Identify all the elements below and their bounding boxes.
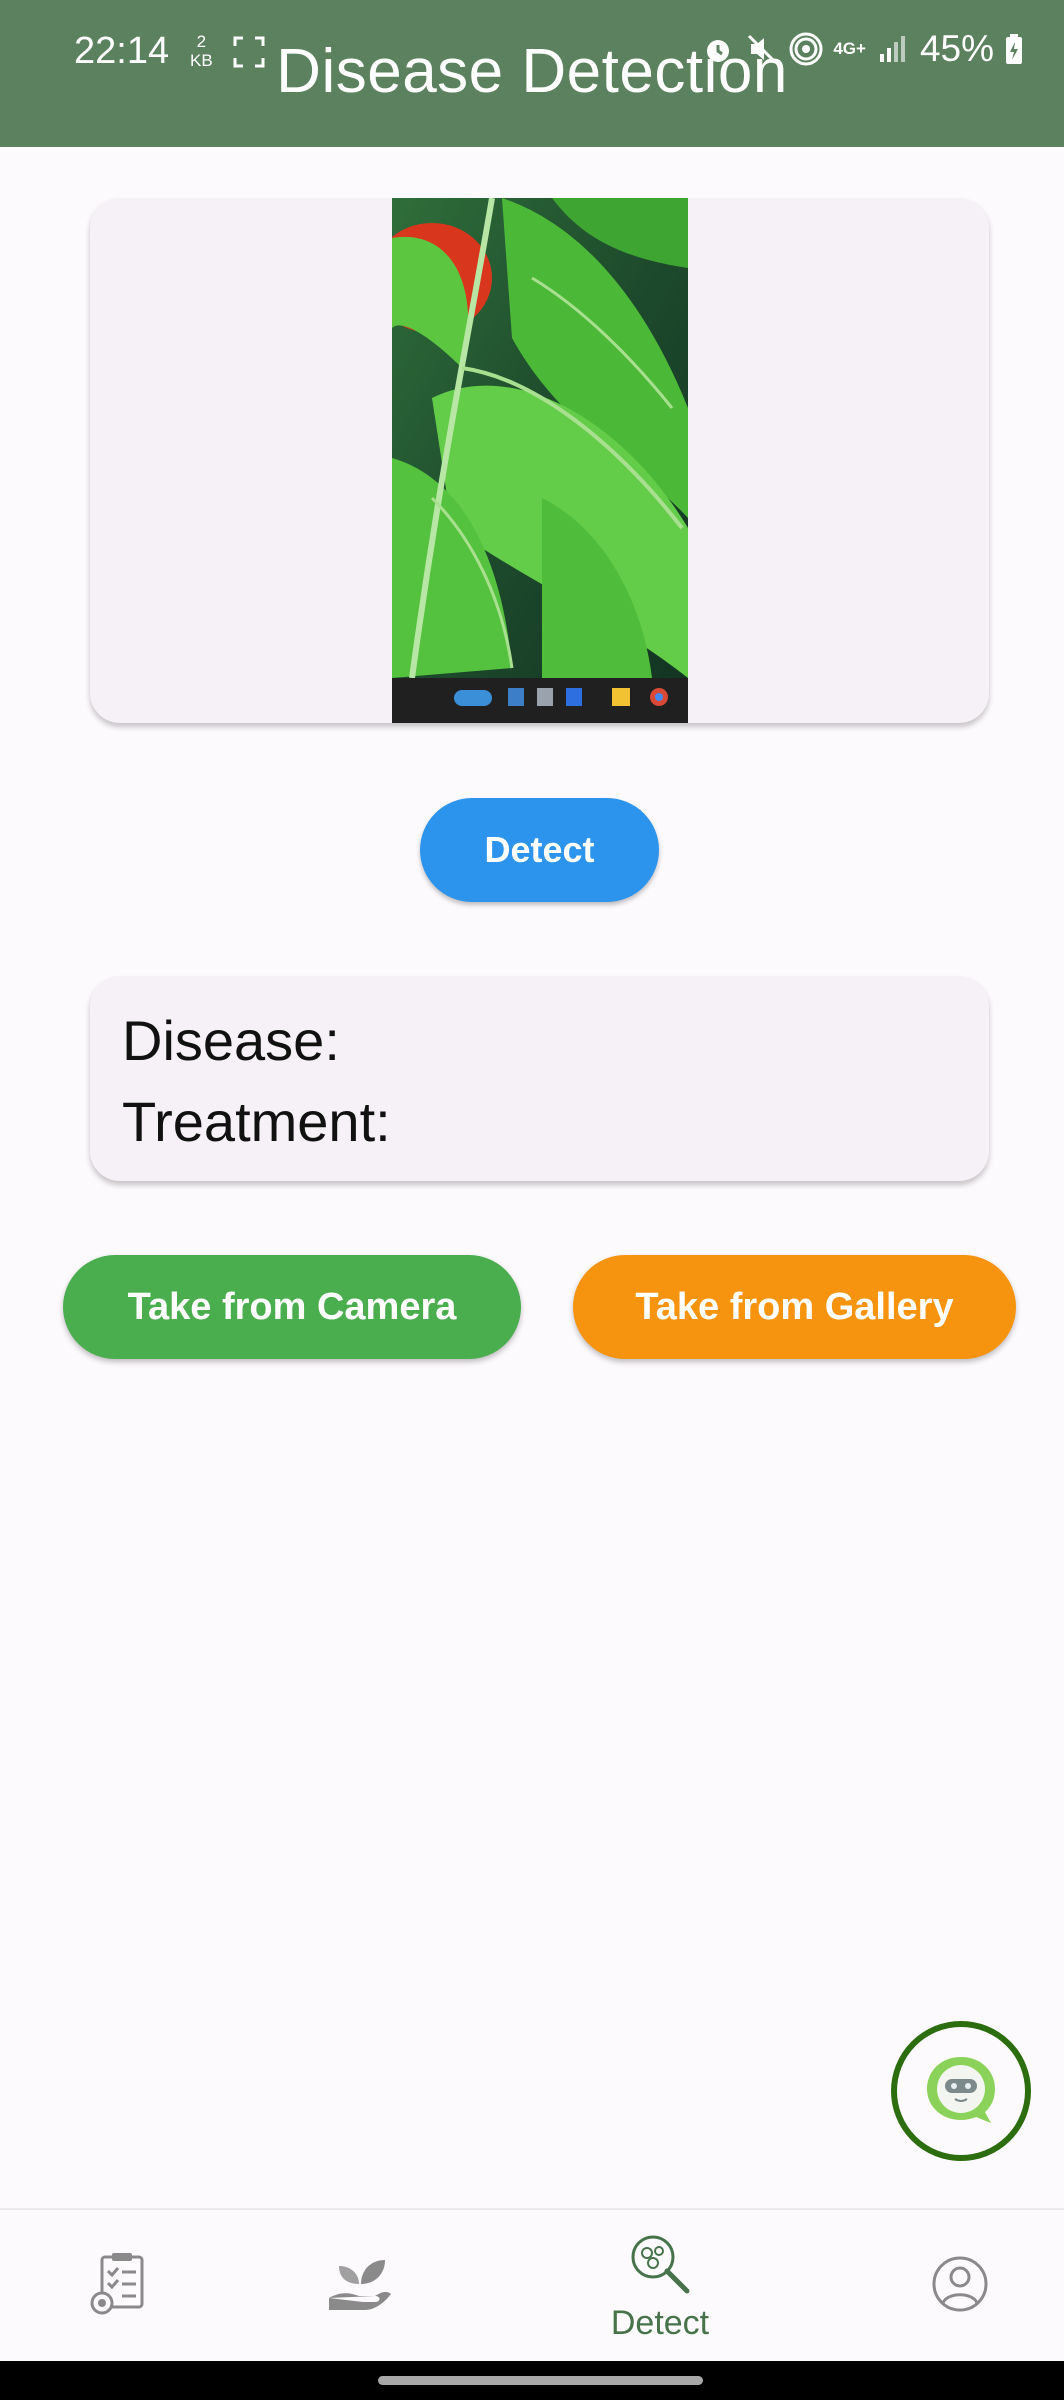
- detect-button[interactable]: Detect: [420, 798, 659, 902]
- take-from-camera-button[interactable]: Take from Camera: [63, 1255, 521, 1359]
- disease-label: Disease:: [122, 1009, 340, 1072]
- signal-icon: [876, 32, 910, 66]
- nav-label-detect: Detect: [610, 2303, 710, 2342]
- nav-item-tasks[interactable]: [60, 2210, 180, 2363]
- mute-icon: [745, 32, 779, 66]
- alarm-icon: [701, 32, 735, 66]
- battery-icon: [1004, 32, 1024, 66]
- nav-item-profile[interactable]: [900, 2210, 1020, 2363]
- checklist-icon: [88, 2251, 152, 2322]
- chatbot-icon: [921, 2049, 1001, 2134]
- profile-icon: [930, 2254, 990, 2319]
- bottom-navigation: Detect: [0, 2208, 1064, 2363]
- result-card: Disease: Treatment:: [90, 976, 989, 1181]
- image-preview-card: [90, 198, 989, 723]
- take-from-gallery-button[interactable]: Take from Gallery: [573, 1255, 1016, 1359]
- home-gesture-bar[interactable]: [378, 2376, 703, 2385]
- chatbot-button[interactable]: [891, 2021, 1031, 2161]
- detect-icon: [627, 2231, 693, 2302]
- battery-percent: 45%: [919, 28, 994, 69]
- nav-item-detect[interactable]: Detect: [580, 2210, 740, 2363]
- hotspot-icon: [789, 32, 823, 66]
- status-icons: 4G+ 45%: [701, 28, 1024, 70]
- system-navigation-bar: [0, 2361, 1064, 2400]
- app-bar: 22:14 2 KB Disease Detection 4G+ 45%: [0, 0, 1064, 147]
- network-icon: 4G+: [833, 39, 866, 58]
- leaf-photo: [392, 198, 688, 723]
- nav-item-plants[interactable]: [300, 2210, 420, 2363]
- treatment-label: Treatment:: [122, 1090, 391, 1153]
- plant-hand-icon: [325, 2254, 395, 2319]
